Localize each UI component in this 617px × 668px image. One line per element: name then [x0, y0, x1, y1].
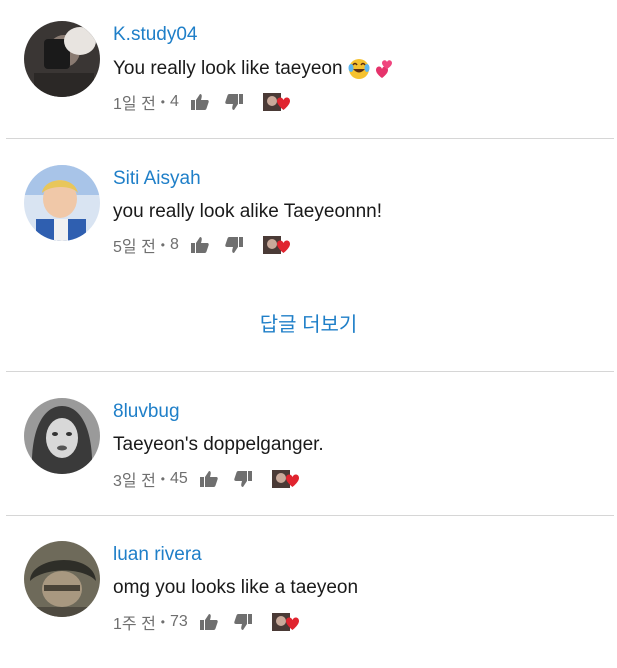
thumbs-up-icon[interactable] [199, 471, 218, 487]
comment-text-body: You really look like taeyeon [113, 58, 343, 79]
separator-dot: • [160, 472, 165, 486]
comment-text: omg you looks like a taeyeon [113, 577, 358, 599]
separator-dot: • [160, 238, 165, 252]
more-replies-link[interactable]: 답글 더보기 [0, 308, 617, 337]
avatar-image [24, 21, 100, 97]
creator-heart-icon [271, 613, 302, 631]
comment-text-body: omg you looks like a taeyeon [113, 577, 359, 598]
separator-dot: • [160, 95, 165, 109]
avatar[interactable] [24, 541, 100, 617]
comment-meta: 1주 전 • 73 [113, 610, 302, 634]
comment-time: 1일 전 [113, 96, 156, 113]
avatar[interactable] [24, 165, 100, 241]
comment-author[interactable]: 8luvbug [113, 401, 180, 423]
thumbs-down-icon[interactable] [234, 471, 252, 487]
like-count: 45 [170, 470, 188, 487]
comment-time: 5일 전 [113, 239, 156, 256]
comment-text: Taeyeon's doppelganger. [113, 434, 324, 456]
comment-text-body: you really look alike Taeyeonnn! [113, 201, 382, 222]
comment-text-body: Taeyeon's doppelganger. [113, 434, 324, 455]
creator-heart-icon [271, 470, 302, 488]
divider [6, 515, 614, 516]
thumbs-up-icon[interactable] [190, 237, 209, 253]
like-count: 4 [170, 93, 179, 110]
comment-text: you really look alike Taeyeonnn! [113, 201, 382, 223]
thumbs-down-icon[interactable] [234, 614, 252, 630]
comment-author[interactable]: luan rivera [113, 544, 202, 566]
comment-meta: 3일 전 • 45 [113, 467, 302, 491]
comment-text: You really look like taeyeon [113, 57, 394, 81]
like-count: 73 [170, 613, 188, 630]
avatar-image [24, 398, 100, 474]
thumbs-up-icon[interactable] [190, 94, 209, 110]
divider [6, 371, 614, 372]
comment-meta: 5일 전 • 8 [113, 233, 293, 257]
thumbs-down-icon[interactable] [225, 94, 243, 110]
comment-time: 3일 전 [113, 473, 156, 490]
avatar[interactable] [24, 21, 100, 97]
creator-heart-icon [262, 236, 293, 254]
avatar[interactable] [24, 398, 100, 474]
thumbs-down-icon[interactable] [225, 237, 243, 253]
avatar-image [24, 165, 100, 241]
comment-author[interactable]: K.study04 [113, 24, 198, 46]
comment-meta: 1일 전 • 4 [113, 90, 293, 114]
comment-author[interactable]: Siti Aisyah [113, 168, 201, 190]
separator-dot: • [160, 615, 165, 629]
comment-time: 1주 전 [113, 616, 156, 633]
avatar-image [24, 541, 100, 617]
like-count: 8 [170, 236, 179, 253]
divider [6, 138, 614, 139]
creator-heart-icon [262, 93, 293, 111]
thumbs-up-icon[interactable] [199, 614, 218, 630]
laughing-crying-and-hearts-emoji [348, 57, 394, 81]
